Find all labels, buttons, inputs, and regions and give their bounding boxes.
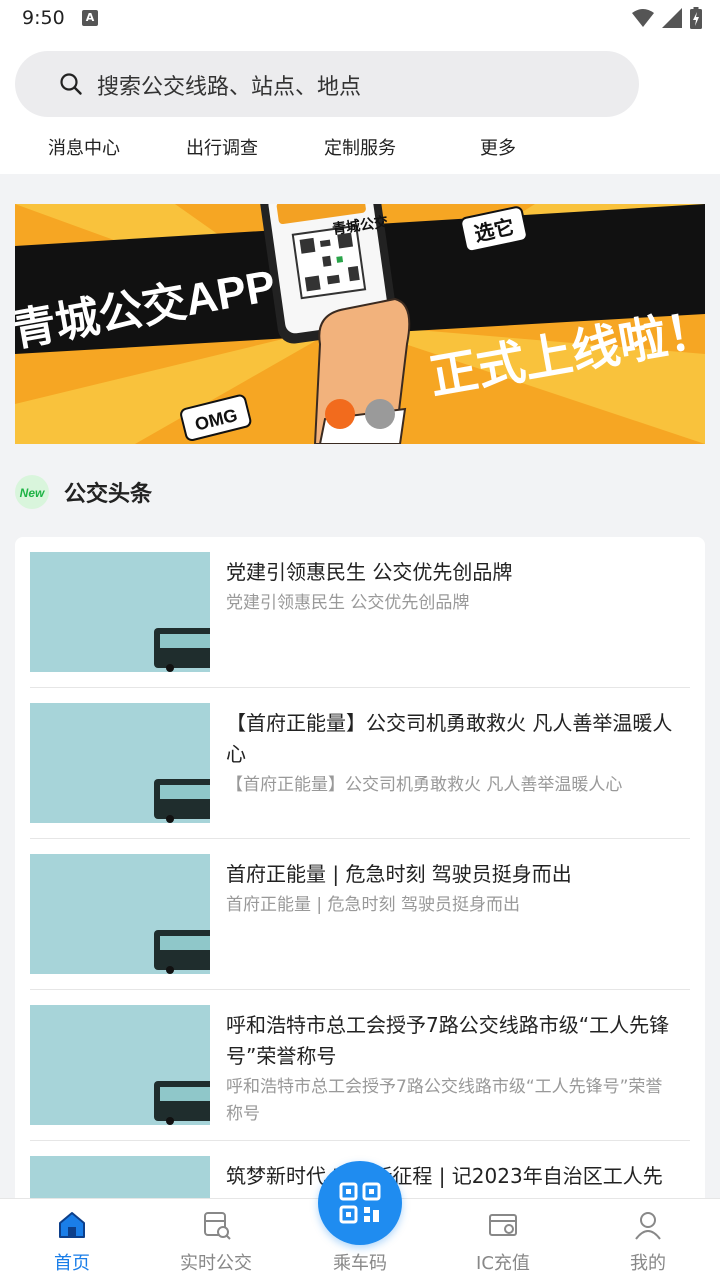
- news-title: 筑梦新时代 奋进新征程 | 记2023年自治区工人先: [226, 1164, 663, 1188]
- home-icon: [59, 1212, 85, 1238]
- quick-nav-custom-service[interactable]: 定制服务: [324, 134, 396, 160]
- wifi-icon: [632, 9, 654, 27]
- tab-label: 乘车码: [333, 1253, 387, 1274]
- news-summary: 呼和浩特市总工会授予7路公交线路市级“工人先锋号”荣誉称号: [226, 1077, 663, 1124]
- tab-label: IC充值: [476, 1253, 530, 1274]
- tab-label: 实时公交: [180, 1253, 252, 1274]
- qr-code-icon: [339, 1182, 381, 1224]
- tab-home[interactable]: 首页: [17, 1199, 127, 1280]
- tab-label: 我的: [630, 1253, 666, 1274]
- news-section-title: 公交头条: [64, 482, 153, 507]
- news-thumbnail: [30, 703, 210, 823]
- cell-signal-icon: [662, 8, 682, 28]
- battery-icon: [690, 7, 702, 29]
- tab-realtime-bus[interactable]: 实时公交: [161, 1199, 271, 1280]
- news-summary: 党建引领惠民生 公交优先创品牌: [226, 593, 470, 613]
- quick-nav-survey[interactable]: 出行调查: [186, 134, 258, 160]
- news-section-header: New 公交头条: [15, 472, 152, 512]
- banner-pagination: [325, 399, 395, 429]
- banner-dot[interactable]: [365, 399, 395, 429]
- ride-code-button[interactable]: [318, 1161, 402, 1245]
- news-list: 党建引领惠民生 公交优先创品牌 党建引领惠民生 公交优先创品牌 【首府正能量】公…: [15, 537, 705, 1237]
- status-time: 9:50: [22, 7, 65, 29]
- header: 搜索公交线路、站点、地点 消息中心 出行调查 定制服务 更多: [0, 38, 720, 174]
- search-placeholder: 搜索公交线路、站点、地点: [97, 75, 362, 100]
- ic-card-icon: [489, 1214, 517, 1236]
- promo-banner[interactable]: 青城公交APP 正式上线啦！ 选它 OMG 青城公交: [15, 204, 705, 444]
- new-badge-icon: New: [15, 475, 49, 509]
- news-summary: 首府正能量 | 危急时刻 驾驶员挺身而出: [226, 895, 520, 915]
- news-title: 党建引领惠民生 公交优先创品牌: [226, 560, 513, 584]
- quick-nav-messages[interactable]: 消息中心: [48, 134, 120, 160]
- search-icon: [60, 73, 82, 95]
- status-bar: 9:50 A: [0, 0, 720, 38]
- notification-a-icon: A: [82, 10, 98, 26]
- news-item[interactable]: 首府正能量 | 危急时刻 驾驶员挺身而出 首府正能量 | 危急时刻 驾驶员挺身而…: [30, 839, 690, 990]
- news-thumbnail: [30, 552, 210, 672]
- news-title: 呼和浩特市总工会授予7路公交线路市级“工人先锋号”荣誉称号: [226, 1013, 670, 1068]
- tab-label: 首页: [54, 1253, 90, 1274]
- search-bar[interactable]: 搜索公交线路、站点、地点: [15, 51, 639, 117]
- news-thumbnail: [30, 854, 210, 974]
- news-summary: 【首府正能量】公交司机勇敢救火 凡人善举温暖人心: [226, 775, 623, 795]
- tab-ic-recharge[interactable]: IC充值: [448, 1199, 558, 1280]
- svg-text:New: New: [20, 486, 45, 500]
- news-item[interactable]: 呼和浩特市总工会授予7路公交线路市级“工人先锋号”荣誉称号 呼和浩特市总工会授予…: [30, 990, 690, 1141]
- quick-nav: 消息中心 出行调查 定制服务 更多: [0, 134, 720, 164]
- news-item[interactable]: 【首府正能量】公交司机勇敢救火 凡人善举温暖人心 【首府正能量】公交司机勇敢救火…: [30, 688, 690, 839]
- banner-dot-active[interactable]: [325, 399, 355, 429]
- news-title: 首府正能量 | 危急时刻 驾驶员挺身而出: [226, 862, 572, 886]
- realtime-bus-icon: [204, 1212, 231, 1240]
- user-icon: [635, 1212, 661, 1240]
- news-title: 【首府正能量】公交司机勇敢救火 凡人善举温暖人心: [226, 711, 673, 766]
- status-icons: [632, 7, 702, 29]
- quick-nav-more[interactable]: 更多: [480, 134, 516, 160]
- news-thumbnail: [30, 1005, 210, 1125]
- news-item[interactable]: 党建引领惠民生 公交优先创品牌 党建引领惠民生 公交优先创品牌: [30, 537, 690, 688]
- tab-mine[interactable]: 我的: [593, 1199, 703, 1280]
